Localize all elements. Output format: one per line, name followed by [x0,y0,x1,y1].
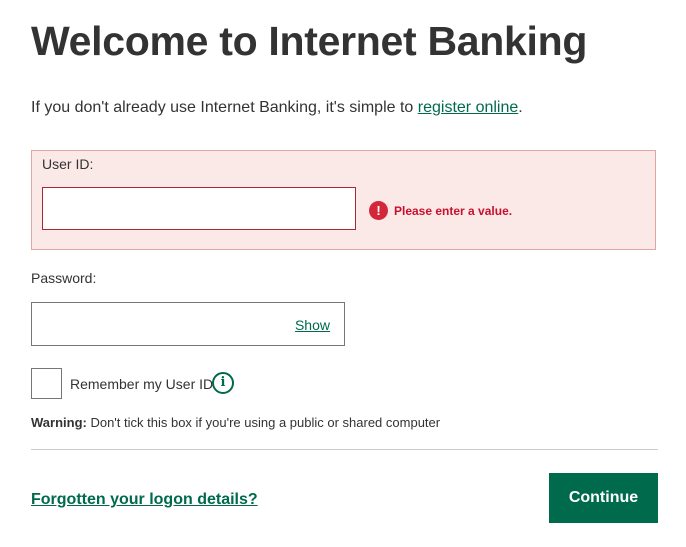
user-id-label: User ID: [42,156,94,172]
warning-text: Warning: Don't tick this box if you're u… [31,415,440,430]
register-online-link[interactable]: register online [418,99,519,116]
password-field: Show [31,302,345,346]
remember-user-id-label: Remember my User ID [70,376,214,392]
page-title: Welcome to Internet Banking [31,18,588,64]
continue-button[interactable]: Continue [549,473,658,523]
warning-prefix: Warning: [31,415,87,430]
info-icon[interactable]: i [212,372,234,394]
intro-sentence: If you don't already use Internet Bankin… [31,99,418,116]
forgotten-logon-details-link[interactable]: Forgotten your logon details? [31,491,258,509]
intro-text: If you don't already use Internet Bankin… [31,99,523,117]
show-password-button[interactable]: Show [295,317,330,333]
remember-user-id-checkbox[interactable] [31,368,62,399]
user-id-input[interactable] [42,187,356,230]
password-input[interactable] [32,303,302,345]
warning-message: Don't tick this box if you're using a pu… [86,415,441,430]
divider [31,449,658,450]
intro-suffix: . [518,99,523,116]
password-label: Password: [31,270,97,286]
user-id-error-group: User ID: ! Please enter a value. [31,150,656,250]
alert-icon: ! [369,201,388,220]
user-id-error-message: Please enter a value. [394,204,513,218]
